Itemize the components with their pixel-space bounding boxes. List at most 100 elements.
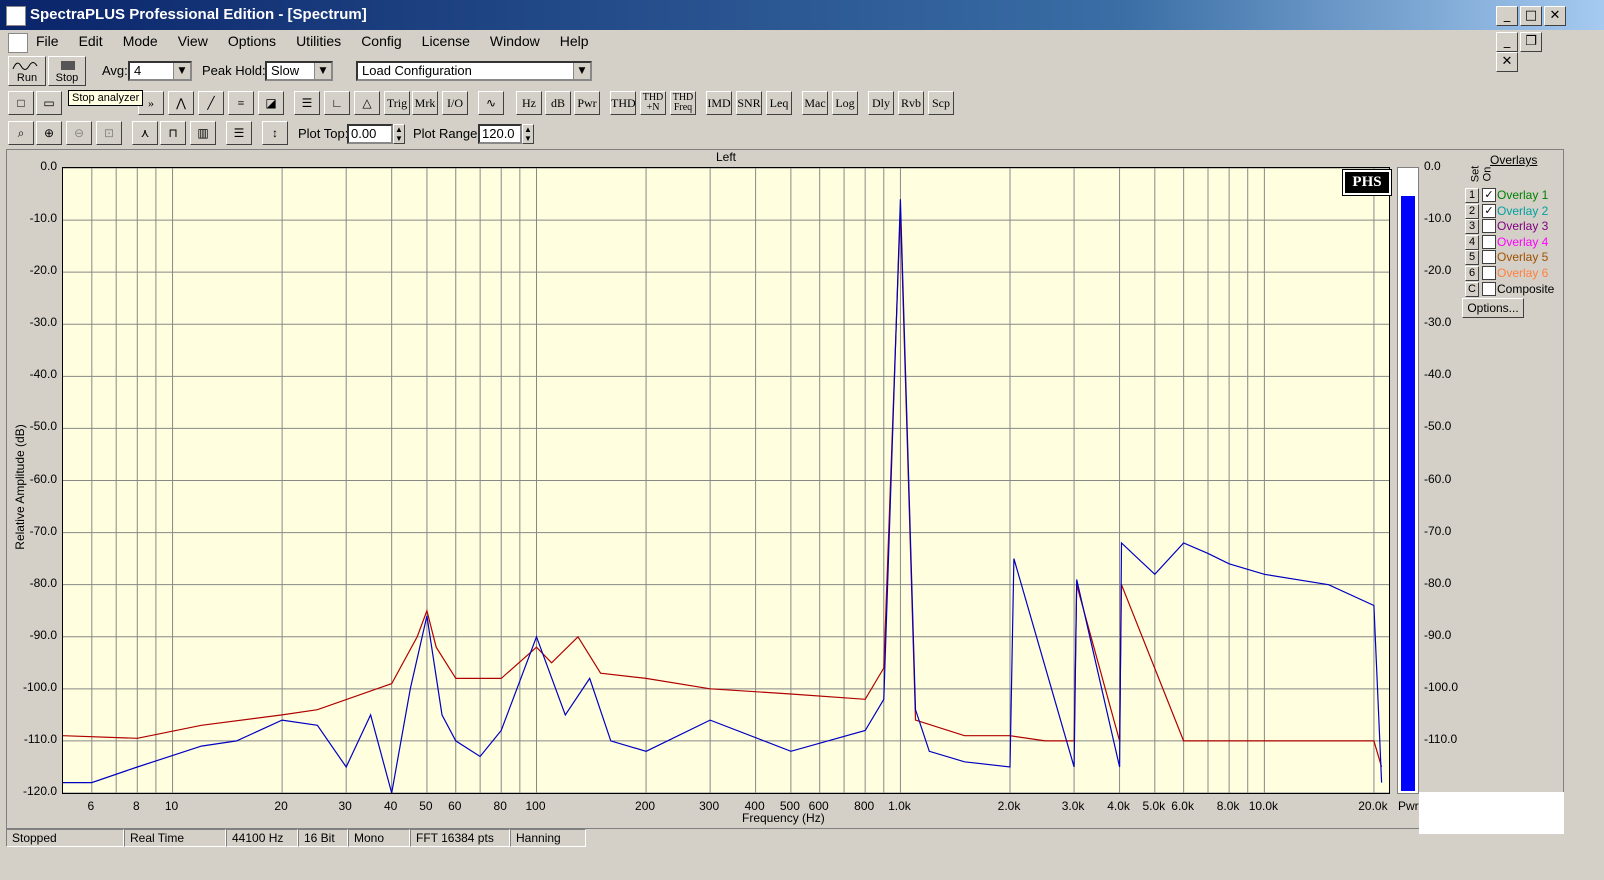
- chart-title: Left: [716, 150, 737, 164]
- meter-fill: [1401, 195, 1415, 791]
- overlay-set-button[interactable]: 4: [1465, 234, 1479, 250]
- tool-trig-button[interactable]: Trig: [384, 91, 410, 115]
- mdi-minimize-button[interactable]: _: [1496, 32, 1518, 52]
- meter-tick-label: -30.0: [1424, 315, 1452, 330]
- tool-log-button[interactable]: Log: [832, 91, 858, 115]
- 3d-surface-icon[interactable]: ◪: [258, 91, 284, 115]
- overlay-set-button[interactable]: 5: [1465, 250, 1479, 266]
- ramp-icon[interactable]: ╱: [198, 91, 224, 115]
- tool-dly-button[interactable]: Dly: [868, 91, 894, 115]
- tool-leq-button[interactable]: Leq: [766, 91, 792, 115]
- y-tick-label: -20.0: [29, 263, 57, 278]
- menu-window[interactable]: Window: [490, 33, 540, 49]
- generator-icon[interactable]: ∿: [478, 91, 504, 115]
- open-file-icon[interactable]: ▭: [36, 91, 62, 115]
- menu-help[interactable]: Help: [560, 33, 589, 49]
- overlay-set-button[interactable]: 3: [1465, 219, 1479, 235]
- overlay-set-button[interactable]: 1: [1465, 188, 1479, 203]
- list-view-icon[interactable]: ☰: [294, 91, 320, 115]
- tool-imd-button[interactable]: IMD: [706, 91, 732, 115]
- tool-snr-button[interactable]: SNR: [736, 91, 762, 115]
- window-title: SpectraPLUS Professional Edition - [Spec…: [30, 6, 367, 23]
- zoom-full-icon[interactable]: ⊡: [96, 121, 122, 145]
- run-button[interactable]: Run: [8, 56, 46, 86]
- tool-mrk-button[interactable]: Mrk: [412, 91, 438, 115]
- overlay-checkbox[interactable]: [1482, 281, 1496, 296]
- overlay-options-button[interactable]: Options...: [1462, 298, 1524, 318]
- avg-select[interactable]: 4 ▼: [128, 61, 192, 81]
- overlay-set-button[interactable]: 2: [1465, 203, 1479, 219]
- overlay-checkbox[interactable]: [1482, 234, 1496, 249]
- line-plot-icon[interactable]: ⋏: [132, 121, 158, 145]
- plot-top-spinner[interactable]: ▲ ▼: [393, 124, 405, 144]
- overlay-checkbox[interactable]: ✓: [1482, 203, 1496, 218]
- overlay-checkbox[interactable]: [1482, 266, 1496, 280]
- tool-thd-button[interactable]: THD: [610, 91, 636, 115]
- title-bar: SpectraPLUS Professional Edition - [Spec…: [0, 0, 1604, 30]
- tool-db-button[interactable]: dB: [545, 91, 571, 115]
- bar-plot-icon[interactable]: ▥: [190, 121, 216, 145]
- plot-range-input[interactable]: 120.0: [478, 124, 522, 144]
- mdi-restore-button[interactable]: ❐: [1520, 32, 1542, 52]
- overlay-name: Overlay 3: [1497, 219, 1549, 234]
- tool-rvb-button[interactable]: Rvb: [898, 91, 924, 115]
- tool-scp-button[interactable]: Scp: [928, 91, 954, 115]
- zoom-out-2x-icon[interactable]: ⊖: [66, 121, 92, 145]
- overlay-checkbox[interactable]: [1482, 250, 1496, 265]
- menu-edit[interactable]: Edit: [79, 33, 103, 49]
- menu-license[interactable]: License: [422, 33, 470, 49]
- waterfall-icon[interactable]: ≡: [228, 91, 254, 115]
- tool-hz-button[interactable]: Hz: [516, 91, 542, 115]
- overlay-checkbox[interactable]: [1482, 219, 1496, 234]
- overlay-set-button[interactable]: 6: [1465, 266, 1479, 281]
- tool-i-o-button[interactable]: I/O: [442, 91, 468, 115]
- document-icon[interactable]: [8, 33, 28, 53]
- maximize-button[interactable]: □: [1520, 6, 1542, 26]
- y-tick-label: 0.0: [40, 159, 57, 173]
- menu-mode[interactable]: Mode: [123, 33, 158, 49]
- x-tick-label: 8.0k: [1216, 799, 1240, 813]
- menu-utilities[interactable]: Utilities: [296, 33, 341, 49]
- overlays-on-label: On: [1481, 166, 1494, 182]
- close-button[interactable]: ✕: [1544, 6, 1566, 26]
- app-icon[interactable]: [6, 6, 26, 26]
- chevron-down-icon: ▼: [573, 63, 590, 79]
- x-tick-label: 10.0k: [1248, 799, 1279, 813]
- zoom-in-2x-icon[interactable]: ⊕: [36, 121, 62, 145]
- peak-hold-label: Peak Hold:: [202, 63, 266, 78]
- autoscale-icon[interactable]: ↕: [262, 121, 288, 145]
- meter-label: Pwr: [1398, 799, 1419, 813]
- overlay-set-button[interactable]: C: [1465, 281, 1479, 297]
- status-pane: FFT 16384 pts: [410, 829, 510, 847]
- phs-badge: PHS: [1342, 169, 1392, 196]
- axis-icon[interactable]: ∟: [324, 91, 350, 115]
- peak-hold-select[interactable]: Slow ▼: [265, 61, 333, 81]
- new-file-icon[interactable]: □: [8, 91, 34, 115]
- x-tick-label: 5.0k: [1142, 799, 1166, 813]
- menu-options[interactable]: Options: [228, 33, 276, 49]
- step-plot-icon[interactable]: ⊓: [160, 121, 186, 145]
- overlay-checkbox[interactable]: ✓: [1482, 188, 1496, 202]
- trigger-icon[interactable]: △: [354, 91, 380, 115]
- peak-hold-value: Slow: [271, 63, 300, 78]
- tool-thd-n-button[interactable]: THD +N: [640, 91, 666, 115]
- tool-thd-freq-button[interactable]: THD Freq: [670, 91, 696, 115]
- tool-pwr-button[interactable]: Pwr: [574, 91, 600, 115]
- plot-top-input[interactable]: 0.00: [347, 124, 393, 144]
- configuration-select[interactable]: Load Configuration ▼: [356, 61, 592, 81]
- minimize-button[interactable]: _: [1496, 6, 1518, 26]
- plot-top-label: Plot Top:: [298, 126, 349, 141]
- run-label: Run: [16, 72, 38, 84]
- plot-range-spinner[interactable]: ▲ ▼: [522, 124, 534, 144]
- tool-mac-button[interactable]: Mac: [802, 91, 828, 115]
- menu-view[interactable]: View: [178, 33, 208, 49]
- stop-button[interactable]: Stop: [48, 56, 86, 86]
- legend-icon[interactable]: ☰: [226, 121, 252, 145]
- y-tick-label: -30.0: [29, 315, 57, 330]
- status-bar: Stopped Real Time 44100 Hz 16 Bit Mono FFT 16…: [0, 827, 1604, 849]
- menu-config[interactable]: Config: [361, 33, 401, 49]
- spectrum-icon[interactable]: ⋀: [168, 91, 194, 115]
- spectrum-plot[interactable]: [62, 167, 1390, 794]
- zoom-icon[interactable]: ⌕: [8, 121, 34, 145]
- menu-file[interactable]: File: [36, 33, 59, 49]
